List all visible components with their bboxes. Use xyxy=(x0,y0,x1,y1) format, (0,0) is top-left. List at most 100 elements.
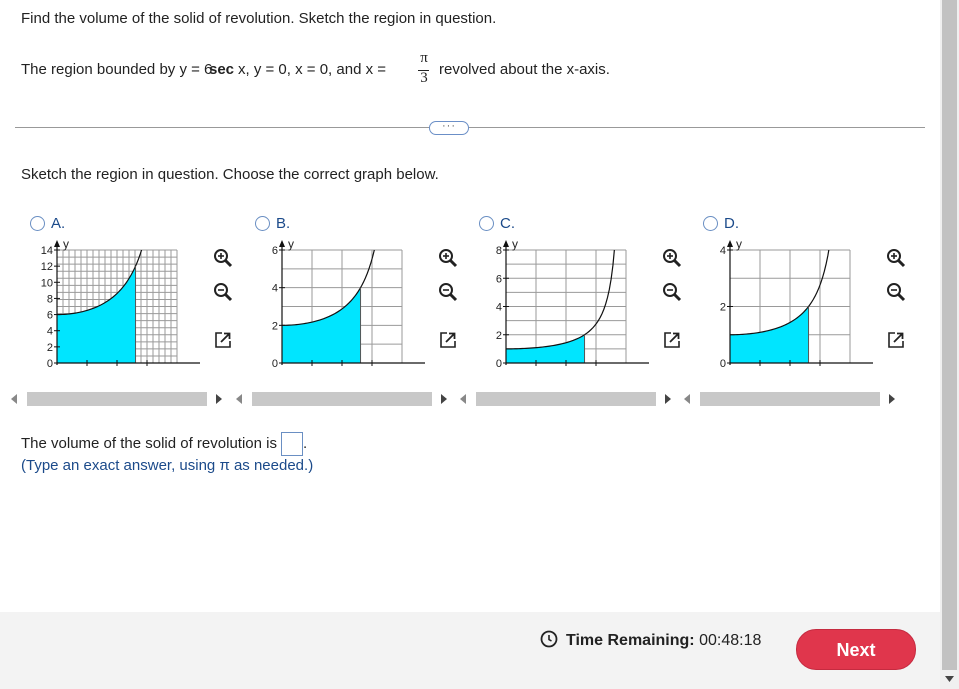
y-tick-label: 4 xyxy=(47,326,53,338)
graph-b: 6420yx xyxy=(272,240,425,370)
y-tick-label: 2 xyxy=(272,320,278,332)
radio-button-c[interactable] xyxy=(479,216,494,231)
graph-scrollbar[interactable] xyxy=(680,390,905,406)
fraction-numerator: π xyxy=(420,50,428,66)
option-letter-b: B. xyxy=(276,215,291,232)
region-prefix: The region bounded by y = 6 xyxy=(21,61,213,78)
scroll-right-icon[interactable] xyxy=(889,394,895,404)
y-tick-label: 12 xyxy=(41,261,53,273)
graph-scrollbar[interactable] xyxy=(7,390,232,406)
y-tick-label: 0 xyxy=(720,358,726,370)
scroll-right-icon[interactable] xyxy=(441,394,447,404)
graph-c: 86420yx xyxy=(496,240,649,370)
radio-button-d[interactable] xyxy=(703,216,718,231)
zoom-in-icon[interactable] xyxy=(662,248,682,268)
y-axis-arrow xyxy=(279,240,285,247)
y-tick-label: 8 xyxy=(496,245,502,257)
next-button[interactable]: Next xyxy=(796,629,916,670)
y-tick-label: 4 xyxy=(720,245,726,257)
y-tick-label: 4 xyxy=(272,283,278,295)
scrollbar-track[interactable] xyxy=(700,392,880,406)
curve-line xyxy=(506,250,615,350)
y-tick-label: 0 xyxy=(496,358,502,370)
region-sec: sec xyxy=(209,61,235,78)
scrollbar-track[interactable] xyxy=(476,392,656,406)
radio-button-b[interactable] xyxy=(255,216,270,231)
zoom-out-icon[interactable] xyxy=(662,282,682,302)
curve-line xyxy=(282,250,375,326)
y-tick-label: 6 xyxy=(47,310,53,322)
y-axis-label: y xyxy=(512,240,518,251)
scroll-left-icon[interactable] xyxy=(684,394,690,404)
answer-input[interactable] xyxy=(280,432,303,456)
popout-icon[interactable] xyxy=(213,330,233,350)
region-mid: x, y = 0, x = 0, and x = xyxy=(238,61,387,78)
region-suffix: revolved about the x-axis. xyxy=(439,61,610,78)
y-tick-label: 4 xyxy=(496,302,502,314)
scroll-down-icon[interactable] xyxy=(940,673,959,685)
y-tick-label: 2 xyxy=(720,302,726,314)
volume-prompt: The volume of the solid of revolution is… xyxy=(21,432,307,456)
option-b[interactable]: B. 6420yx xyxy=(236,210,470,410)
zoom-in-icon[interactable] xyxy=(438,248,458,268)
scrollbar-track[interactable] xyxy=(27,392,207,406)
divider xyxy=(15,127,925,128)
fraction: π 3 xyxy=(417,50,431,90)
graph-d: 420yx xyxy=(720,240,873,370)
graph-scrollbar[interactable] xyxy=(232,390,457,406)
zoom-out-icon[interactable] xyxy=(438,282,458,302)
scroll-left-icon[interactable] xyxy=(11,394,17,404)
option-letter-d: D. xyxy=(724,215,739,232)
zoom-out-icon[interactable] xyxy=(886,282,906,302)
popout-icon[interactable] xyxy=(886,330,906,350)
graph-scrollbar[interactable] xyxy=(456,390,681,406)
y-axis-label: y xyxy=(63,240,69,251)
radio-button-a[interactable] xyxy=(30,216,45,231)
option-d[interactable]: D. 420yx xyxy=(684,210,918,410)
time-label: Time Remaining: xyxy=(566,632,695,649)
scroll-right-icon[interactable] xyxy=(216,394,222,404)
popout-icon[interactable] xyxy=(662,330,682,350)
scroll-left-icon[interactable] xyxy=(236,394,242,404)
y-tick-label: 10 xyxy=(41,277,53,289)
sketch-prompt: Sketch the region in question. Choose th… xyxy=(21,166,439,183)
zoom-in-icon[interactable] xyxy=(886,248,906,268)
y-tick-label: 0 xyxy=(47,358,53,370)
scrollbar-track[interactable] xyxy=(252,392,432,406)
answer-hint: (Type an exact answer, using π as needed… xyxy=(21,457,314,474)
more-button[interactable]: ··· xyxy=(429,121,469,135)
region-statement: The region bounded by y = 6 sec x, y = 0… xyxy=(21,50,721,90)
scroll-right-icon[interactable] xyxy=(665,394,671,404)
popout-icon[interactable] xyxy=(438,330,458,350)
curve-line xyxy=(730,250,830,336)
fraction-denominator: 3 xyxy=(420,70,428,86)
y-tick-label: 6 xyxy=(272,245,278,257)
scroll-left-icon[interactable] xyxy=(460,394,466,404)
y-axis-arrow xyxy=(503,240,509,247)
volume-period: . xyxy=(302,434,308,452)
graph-a: 14121086420yx xyxy=(41,240,200,370)
y-tick-label: 8 xyxy=(47,293,53,305)
y-tick-label: 2 xyxy=(47,342,53,354)
y-axis-arrow xyxy=(54,240,60,247)
option-letter-c: C. xyxy=(500,215,515,232)
clock-icon xyxy=(540,630,558,648)
y-tick-label: 2 xyxy=(496,330,502,342)
option-letter-a: A. xyxy=(51,215,66,232)
time-remaining: Time Remaining: 00:48:18 xyxy=(540,630,761,650)
vertical-scrollbar[interactable] xyxy=(940,0,959,689)
question-text: Find the volume of the solid of revoluti… xyxy=(21,10,497,27)
option-c[interactable]: C. 86420yx xyxy=(460,210,694,410)
volume-label: The volume of the solid of revolution is xyxy=(21,434,277,452)
y-tick-label: 14 xyxy=(41,245,53,257)
zoom-out-icon[interactable] xyxy=(213,282,233,302)
y-axis-arrow xyxy=(727,240,733,247)
y-axis-label: y xyxy=(288,240,294,251)
y-tick-label: 0 xyxy=(272,358,278,370)
option-a[interactable]: A. 14121086420yx xyxy=(11,210,245,410)
time-value: 00:48:18 xyxy=(699,632,762,649)
scrollbar-thumb[interactable] xyxy=(942,0,957,670)
y-tick-label: 6 xyxy=(496,273,502,285)
y-axis-label: y xyxy=(736,240,742,251)
zoom-in-icon[interactable] xyxy=(213,248,233,268)
